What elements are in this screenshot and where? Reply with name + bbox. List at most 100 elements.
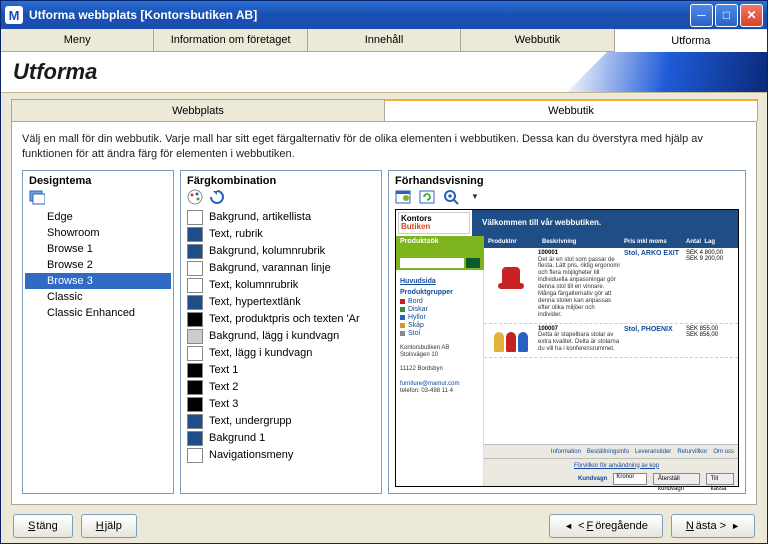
preview-refresh-icon[interactable] (419, 189, 435, 205)
color-label: Text, undergrupp (209, 415, 292, 427)
theme-settings-icon[interactable] (29, 189, 45, 205)
footer: Stäng Hjälp < Föregående Nästa > (1, 509, 767, 543)
maximize-button[interactable]: □ (715, 4, 738, 27)
color-label: Text, lägg i kundvagn (209, 347, 312, 359)
app-window: M Utforma webbplats [Kontorsbutiken AB] … (0, 0, 768, 544)
panel-preview-title: Förhandsvisning (389, 171, 745, 189)
color-list: Bakgrund, artikellista Text, rubrik Bakgru… (181, 209, 381, 493)
nav-innehall[interactable]: Innehåll (308, 29, 461, 51)
color-swatch (187, 244, 203, 259)
color-row[interactable]: Text, lägg i kundvagn (183, 345, 379, 362)
theme-item[interactable]: Classic (25, 289, 171, 305)
theme-item[interactable]: Classic Enhanced (25, 305, 171, 321)
close-page-button[interactable]: Stäng (13, 514, 73, 538)
preview-side-item[interactable]: Skåp (400, 322, 479, 329)
help-label: jälp (105, 516, 122, 536)
next-button[interactable]: Nästa > (671, 514, 755, 538)
color-swatch (187, 312, 203, 327)
color-row[interactable]: Text, undergrupp (183, 413, 379, 430)
preview-checkout[interactable]: Till kassa (706, 473, 734, 485)
close-button[interactable]: ✕ (740, 4, 763, 27)
nav-info[interactable]: Information om företaget (154, 29, 307, 51)
close-label: täng (36, 516, 57, 536)
preview-side-item[interactable]: Stol (400, 330, 479, 337)
color-swatch (187, 448, 203, 463)
preview-currency-select[interactable]: Kronor (613, 473, 647, 485)
theme-list: EdgeShowroomBrowse 1Browse 2Browse 3Clas… (23, 209, 173, 493)
subtab-webbplats[interactable]: Webbplats (11, 99, 385, 121)
color-label: Text 2 (209, 381, 238, 393)
color-swatch (187, 329, 203, 344)
preview-terms[interactable]: Förvillkor för användning av kop (484, 458, 738, 472)
color-swatch (187, 346, 203, 361)
color-label: Bakgrund, lägg i kundvagn (209, 330, 339, 342)
color-row[interactable]: Text, hypertextlänk (183, 294, 379, 311)
nav-meny[interactable]: Meny (1, 29, 154, 51)
nav-webbutik[interactable]: Webbutik (461, 29, 614, 51)
help-button[interactable]: Hjälp (81, 514, 137, 538)
minimize-button[interactable]: ─ (690, 4, 713, 27)
color-label: Text, produktpris och texten 'Ar (209, 313, 360, 325)
reset-colors-icon[interactable] (209, 189, 225, 205)
color-row[interactable]: Text, produktpris och texten 'Ar (183, 311, 379, 328)
app-icon: M (5, 6, 23, 24)
stools-icon (494, 326, 528, 352)
preview-email-link[interactable]: furniture@mamut.com (400, 381, 459, 387)
color-swatch (187, 397, 203, 412)
preview-search: Produktsök (396, 236, 484, 270)
preview-home-link[interactable]: Huvudsida (400, 278, 479, 285)
intro-text: Välj en mall för din webbutik. Varje mal… (22, 132, 746, 162)
theme-item[interactable]: Browse 2 (25, 257, 171, 273)
preview-side-item[interactable]: Hyllor (400, 314, 479, 321)
subtab-body: Välj en mall för din webbutik. Varje mal… (11, 121, 757, 505)
preview-search-field[interactable] (400, 258, 464, 268)
nav-utforma[interactable]: Utforma (615, 30, 767, 52)
color-row[interactable]: Bakgrund, kolumnrubrik (183, 243, 379, 260)
color-label: Text, hypertextlänk (209, 296, 301, 308)
color-label: Bakgrund, artikellista (209, 211, 311, 223)
preview-side-item[interactable]: Bord (400, 298, 479, 305)
color-label: Bakgrund, varannan linje (209, 262, 331, 274)
color-label: Text, rubrik (209, 228, 263, 240)
color-row[interactable]: Navigationsmeny (183, 447, 379, 464)
color-row[interactable]: Bakgrund, lägg i kundvagn (183, 328, 379, 345)
color-row[interactable]: Bakgrund, artikellista (183, 209, 379, 226)
chair-red-icon (496, 267, 526, 301)
preview-main: Produktnr Beskrivning Pris inkl moms Ant… (484, 236, 738, 486)
color-swatch (187, 295, 203, 310)
page-title: Utforma (13, 59, 97, 85)
color-row[interactable]: Bakgrund, varannan linje (183, 260, 379, 277)
color-label: Text 1 (209, 364, 238, 376)
color-row[interactable]: Bakgrund 1 (183, 430, 379, 447)
preview-cart-bar: Kundvagn Kronor Återställ kundvagn Till … (484, 472, 738, 486)
color-row[interactable]: Text 2 (183, 379, 379, 396)
preview-browser-icon[interactable] (395, 189, 411, 205)
color-label: Text, kolumnrubrik (209, 279, 298, 291)
zoom-in-icon[interactable] (443, 189, 459, 205)
preview-search-go[interactable] (466, 258, 480, 268)
panel-colors: Färgkombination Bakgrund, artikellistaTe… (180, 170, 382, 494)
color-row[interactable]: Text 3 (183, 396, 379, 413)
color-row[interactable]: Text, rubrik (183, 226, 379, 243)
banner-art (567, 52, 767, 92)
theme-item[interactable]: Showroom (25, 225, 171, 241)
subtab-webbutik[interactable]: Webbutik (384, 99, 758, 121)
color-row[interactable]: Text, kolumnrubrik (183, 277, 379, 294)
preview-banner: Välkommen till vår webbutiken. (472, 210, 738, 236)
color-swatch (187, 363, 203, 378)
color-swatch (187, 414, 203, 429)
color-row[interactable]: Text 1 (183, 362, 379, 379)
color-swatch (187, 380, 203, 395)
theme-item[interactable]: Browse 3 (25, 273, 171, 289)
color-swatch (187, 261, 203, 276)
zoom-dropdown-icon[interactable]: ▼ (467, 189, 483, 205)
theme-item[interactable]: Browse 1 (25, 241, 171, 257)
preview-side-item[interactable]: Diskar (400, 306, 479, 313)
theme-item[interactable]: Edge (25, 209, 171, 225)
preview-product-row: 100007 Detta är stapelbara stolar av ext… (484, 324, 738, 359)
preview-reset-cart[interactable]: Återställ kundvagn (653, 473, 700, 485)
color-label: Text 3 (209, 398, 238, 410)
subtabs: Webbplats Webbutik (11, 99, 757, 121)
palette-icon[interactable] (187, 189, 203, 205)
prev-button[interactable]: < Föregående (549, 514, 663, 538)
